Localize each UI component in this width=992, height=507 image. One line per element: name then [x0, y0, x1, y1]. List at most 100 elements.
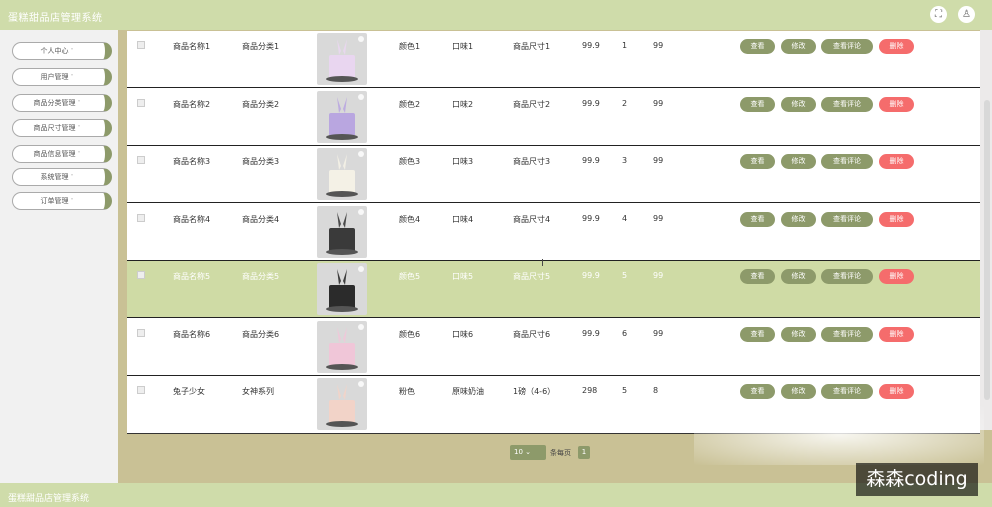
cell-name: 商品名称2: [173, 100, 211, 109]
cell-category: 商品分类1: [242, 42, 280, 51]
row-checkbox[interactable]: [137, 271, 145, 279]
cell-stock: 99: [653, 41, 664, 50]
cell-color: 颜色6: [399, 330, 421, 339]
cell-size: 商品尺寸5: [513, 272, 551, 281]
view-reviews-button[interactable]: 查看评论: [821, 384, 873, 399]
view-button[interactable]: 查看: [740, 384, 775, 399]
chevron-down-icon: ˅: [70, 198, 74, 205]
app-title: 蛋糕甜品店管理系统: [8, 13, 103, 24]
row-checkbox[interactable]: [137, 214, 145, 222]
cell-size: 1磅（4-6）: [513, 387, 556, 396]
cell-num: 6: [622, 329, 628, 338]
view-reviews-button[interactable]: 查看评论: [821, 269, 873, 284]
cell-flavor: 口味4: [452, 215, 474, 224]
sidebar-item-label: 商品信息管理: [33, 150, 76, 158]
chevron-down-icon: ˅: [77, 125, 81, 132]
cell-flavor: 口味6: [452, 330, 474, 339]
edit-button[interactable]: 修改: [781, 269, 816, 284]
edit-button[interactable]: 修改: [781, 327, 816, 342]
cell-color: 颜色4: [399, 215, 421, 224]
sidebar-item-label: 个人中心: [40, 47, 69, 55]
cell-flavor: 口味2: [452, 100, 474, 109]
delete-button[interactable]: 删除: [879, 212, 914, 227]
view-reviews-button[interactable]: 查看评论: [821, 327, 873, 342]
edit-button[interactable]: 修改: [781, 97, 816, 112]
sidebar-item-order-management[interactable]: 订单管理 ˅: [12, 192, 112, 210]
cell-size: 商品尺寸2: [513, 100, 551, 109]
cell-color: 颜色5: [399, 272, 421, 281]
view-reviews-button[interactable]: 查看评论: [821, 97, 873, 112]
view-reviews-button[interactable]: 查看评论: [821, 212, 873, 227]
delete-button[interactable]: 删除: [879, 327, 914, 342]
cell-category: 商品分类3: [242, 157, 280, 166]
page-size-value: 10: [514, 448, 523, 456]
overlay-glow: [694, 405, 984, 465]
sidebar: 个人中心 ˅ 用户管理 ˅ 商品分类管理 ˅ 商品尺寸管理 ˅ 商品信息管理 ˅ 系统管理…: [0, 30, 118, 483]
cell-flavor: 口味3: [452, 157, 474, 166]
sidebar-item-label: 系统管理: [40, 173, 69, 181]
sidebar-item-category-management[interactable]: 商品分类管理 ˅: [12, 94, 112, 112]
cell-size: 商品尺寸4: [513, 215, 551, 224]
cell-stock: 8: [653, 386, 659, 395]
product-image: [317, 378, 367, 430]
row-checkbox[interactable]: [137, 99, 145, 107]
sidebar-item-system-management[interactable]: 系统管理 ˅: [12, 168, 112, 186]
sidebar-item-size-management[interactable]: 商品尺寸管理 ˅: [12, 119, 112, 137]
delete-button[interactable]: 删除: [879, 384, 914, 399]
delete-button[interactable]: 删除: [879, 39, 914, 54]
table-row[interactable]: 商品名称6 商品分类6 颜色6 口味6 商品尺寸6 99.9 6 99 查看 修改 查看评论 删除: [127, 319, 980, 376]
chevron-down-icon: ˅: [77, 151, 81, 158]
sidebar-item-personal-center[interactable]: 个人中心 ˅: [12, 42, 112, 60]
table-row[interactable]: 商品名称1 商品分类1 颜色1 口味1 商品尺寸1 99.9 1 99 查看 修改 查看评论 删除: [127, 31, 980, 88]
user-icon[interactable]: ♙: [958, 6, 975, 23]
table-row[interactable]: 商品名称4 商品分类4 颜色4 口味4 商品尺寸4 99.9 4 99 查看 修改 查看评论 删除: [127, 204, 980, 261]
view-reviews-button[interactable]: 查看评论: [821, 39, 873, 54]
cell-price: 99.9: [582, 99, 600, 108]
cell-stock: 99: [653, 156, 664, 165]
page-size-select[interactable]: 10 ⌄: [510, 445, 546, 460]
watermark: 森森coding: [856, 463, 978, 496]
cell-price: 99.9: [582, 156, 600, 165]
delete-button[interactable]: 删除: [879, 154, 914, 169]
view-button[interactable]: 查看: [740, 212, 775, 227]
cell-price: 99.9: [582, 41, 600, 50]
table-row[interactable]: 商品名称5 商品分类5 颜色5 口味5 商品尺寸5 99.9 5 99 查看 修改 查看评论 删除: [127, 261, 980, 318]
edit-button[interactable]: 修改: [781, 384, 816, 399]
table-row[interactable]: 商品名称2 商品分类2 颜色2 口味2 商品尺寸2 99.9 2 99 查看 修改 查看评论 删除: [127, 89, 980, 146]
cell-price: 99.9: [582, 329, 600, 338]
delete-button[interactable]: 删除: [879, 269, 914, 284]
cell-name: 兔子少女: [173, 387, 205, 396]
view-button[interactable]: 查看: [740, 269, 775, 284]
row-checkbox[interactable]: [137, 386, 145, 394]
chevron-down-icon: ˅: [70, 74, 74, 81]
edit-button[interactable]: 修改: [781, 212, 816, 227]
product-image: [317, 263, 367, 315]
row-checkbox[interactable]: [137, 156, 145, 164]
text-cursor-icon: I: [541, 258, 544, 269]
cell-color: 颜色2: [399, 100, 421, 109]
cell-name: 商品名称4: [173, 215, 211, 224]
delete-button[interactable]: 删除: [879, 97, 914, 112]
sidebar-item-label: 订单管理: [40, 197, 69, 205]
sidebar-item-label: 用户管理: [40, 73, 69, 81]
sidebar-item-user-management[interactable]: 用户管理 ˅: [12, 68, 112, 86]
page-number-button[interactable]: 1: [578, 446, 590, 459]
cell-name: 商品名称1: [173, 42, 211, 51]
view-button[interactable]: 查看: [740, 154, 775, 169]
sidebar-item-product-management[interactable]: 商品信息管理 ˅: [12, 145, 112, 163]
view-button[interactable]: 查看: [740, 97, 775, 112]
view-button[interactable]: 查看: [740, 39, 775, 54]
table-row[interactable]: 商品名称3 商品分类3 颜色3 口味3 商品尺寸3 99.9 3 99 查看 修改 查看评论 删除: [127, 146, 980, 203]
row-checkbox[interactable]: [137, 41, 145, 49]
scrollbar[interactable]: [984, 100, 990, 400]
edit-button[interactable]: 修改: [781, 39, 816, 54]
fullscreen-icon[interactable]: ⛶: [930, 6, 947, 23]
view-reviews-button[interactable]: 查看评论: [821, 154, 873, 169]
cell-color: 颜色1: [399, 42, 421, 51]
chevron-down-icon: ˅: [70, 174, 74, 181]
view-button[interactable]: 查看: [740, 327, 775, 342]
sidebar-item-label: 商品尺寸管理: [33, 124, 76, 132]
row-checkbox[interactable]: [137, 329, 145, 337]
cell-num: 5: [622, 271, 628, 280]
edit-button[interactable]: 修改: [781, 154, 816, 169]
